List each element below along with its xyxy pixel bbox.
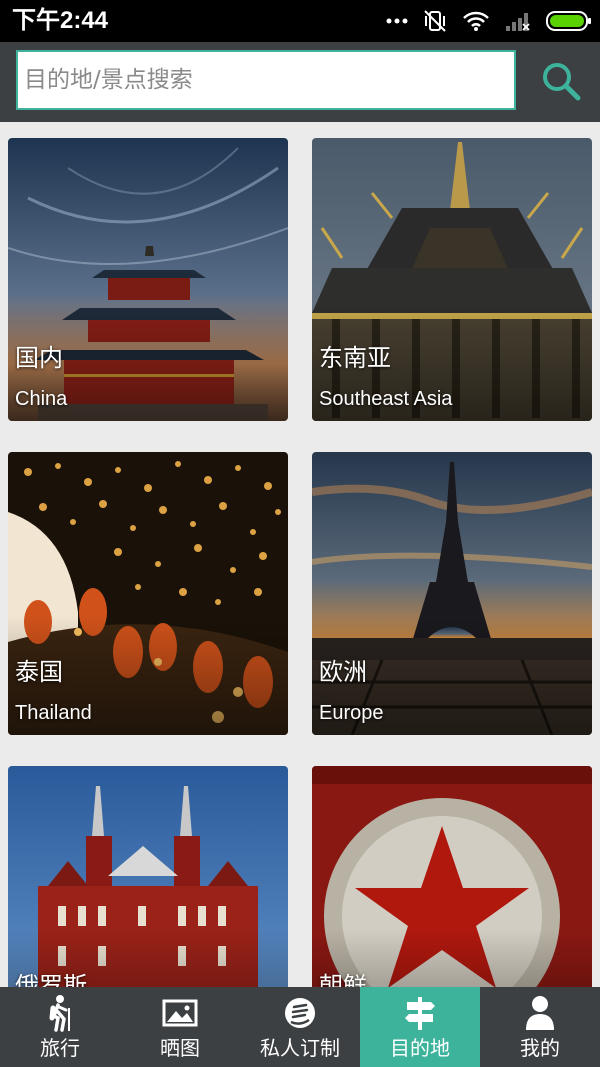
nav-item-profile[interactable]: 我的 (480, 987, 600, 1067)
search-icon (543, 63, 581, 101)
destination-name-cn: 欧洲 (319, 658, 367, 686)
signal-icon (506, 13, 530, 31)
nav-item-custom-tours[interactable]: 私人订制 (240, 987, 360, 1067)
search-header (0, 42, 600, 122)
destination-card-north-korea[interactable]: 朝鲜 (312, 766, 592, 987)
battery-icon (546, 11, 591, 31)
destination-card-europe[interactable]: 欧洲 Europe (312, 452, 592, 735)
destination-name-cn: 泰国 (15, 658, 63, 686)
status-icons (386, 6, 592, 36)
search-button[interactable] (536, 56, 586, 106)
image-icon (162, 991, 198, 1035)
bottom-nav: 旅行 晒图 私人订制 目的地 我的 (0, 987, 600, 1067)
nav-label: 晒图 (160, 1036, 200, 1060)
destination-card-thailand[interactable]: 泰国 Thailand (8, 452, 288, 735)
vibrate-off-icon (424, 10, 446, 32)
nav-label: 目的地 (390, 1036, 450, 1060)
destination-name-en: Thailand (15, 702, 92, 724)
more-dots-icon (386, 18, 408, 24)
nav-label: 私人订制 (260, 1036, 340, 1060)
status-time: 下午2:44 (12, 7, 109, 34)
nav-item-destinations[interactable]: 目的地 (360, 987, 480, 1067)
signpost-icon (403, 991, 437, 1035)
destination-card-china[interactable]: 国内 China (8, 138, 288, 421)
destination-name-en: Southeast Asia (319, 388, 453, 410)
person-icon (525, 991, 555, 1035)
nav-label: 旅行 (40, 1036, 80, 1060)
destination-card-russia[interactable]: 俄罗斯 (8, 766, 288, 987)
search-input[interactable] (18, 52, 514, 108)
nav-label: 我的 (520, 1036, 560, 1060)
nav-item-photos[interactable]: 晒图 (120, 987, 240, 1067)
destination-grid: 国内 China 东南亚 Southeast Asia 泰国 Thailand … (0, 122, 600, 987)
destination-name-cn: 东南亚 (319, 344, 391, 372)
custom-icon (283, 991, 317, 1035)
destination-name-cn: 朝鲜 (319, 972, 367, 987)
destination-name-cn: 国内 (15, 344, 63, 372)
search-box (16, 50, 516, 110)
destination-name-cn: 俄罗斯 (15, 972, 87, 987)
destination-name-en: China (15, 388, 68, 410)
nav-item-travel[interactable]: 旅行 (0, 987, 120, 1067)
destination-card-southeast-asia[interactable]: 东南亚 Southeast Asia (312, 138, 592, 421)
status-bar: 下午2:44 (0, 0, 600, 42)
destination-name-en: Europe (319, 702, 384, 724)
wifi-icon (463, 11, 489, 31)
hiker-icon (42, 991, 78, 1035)
